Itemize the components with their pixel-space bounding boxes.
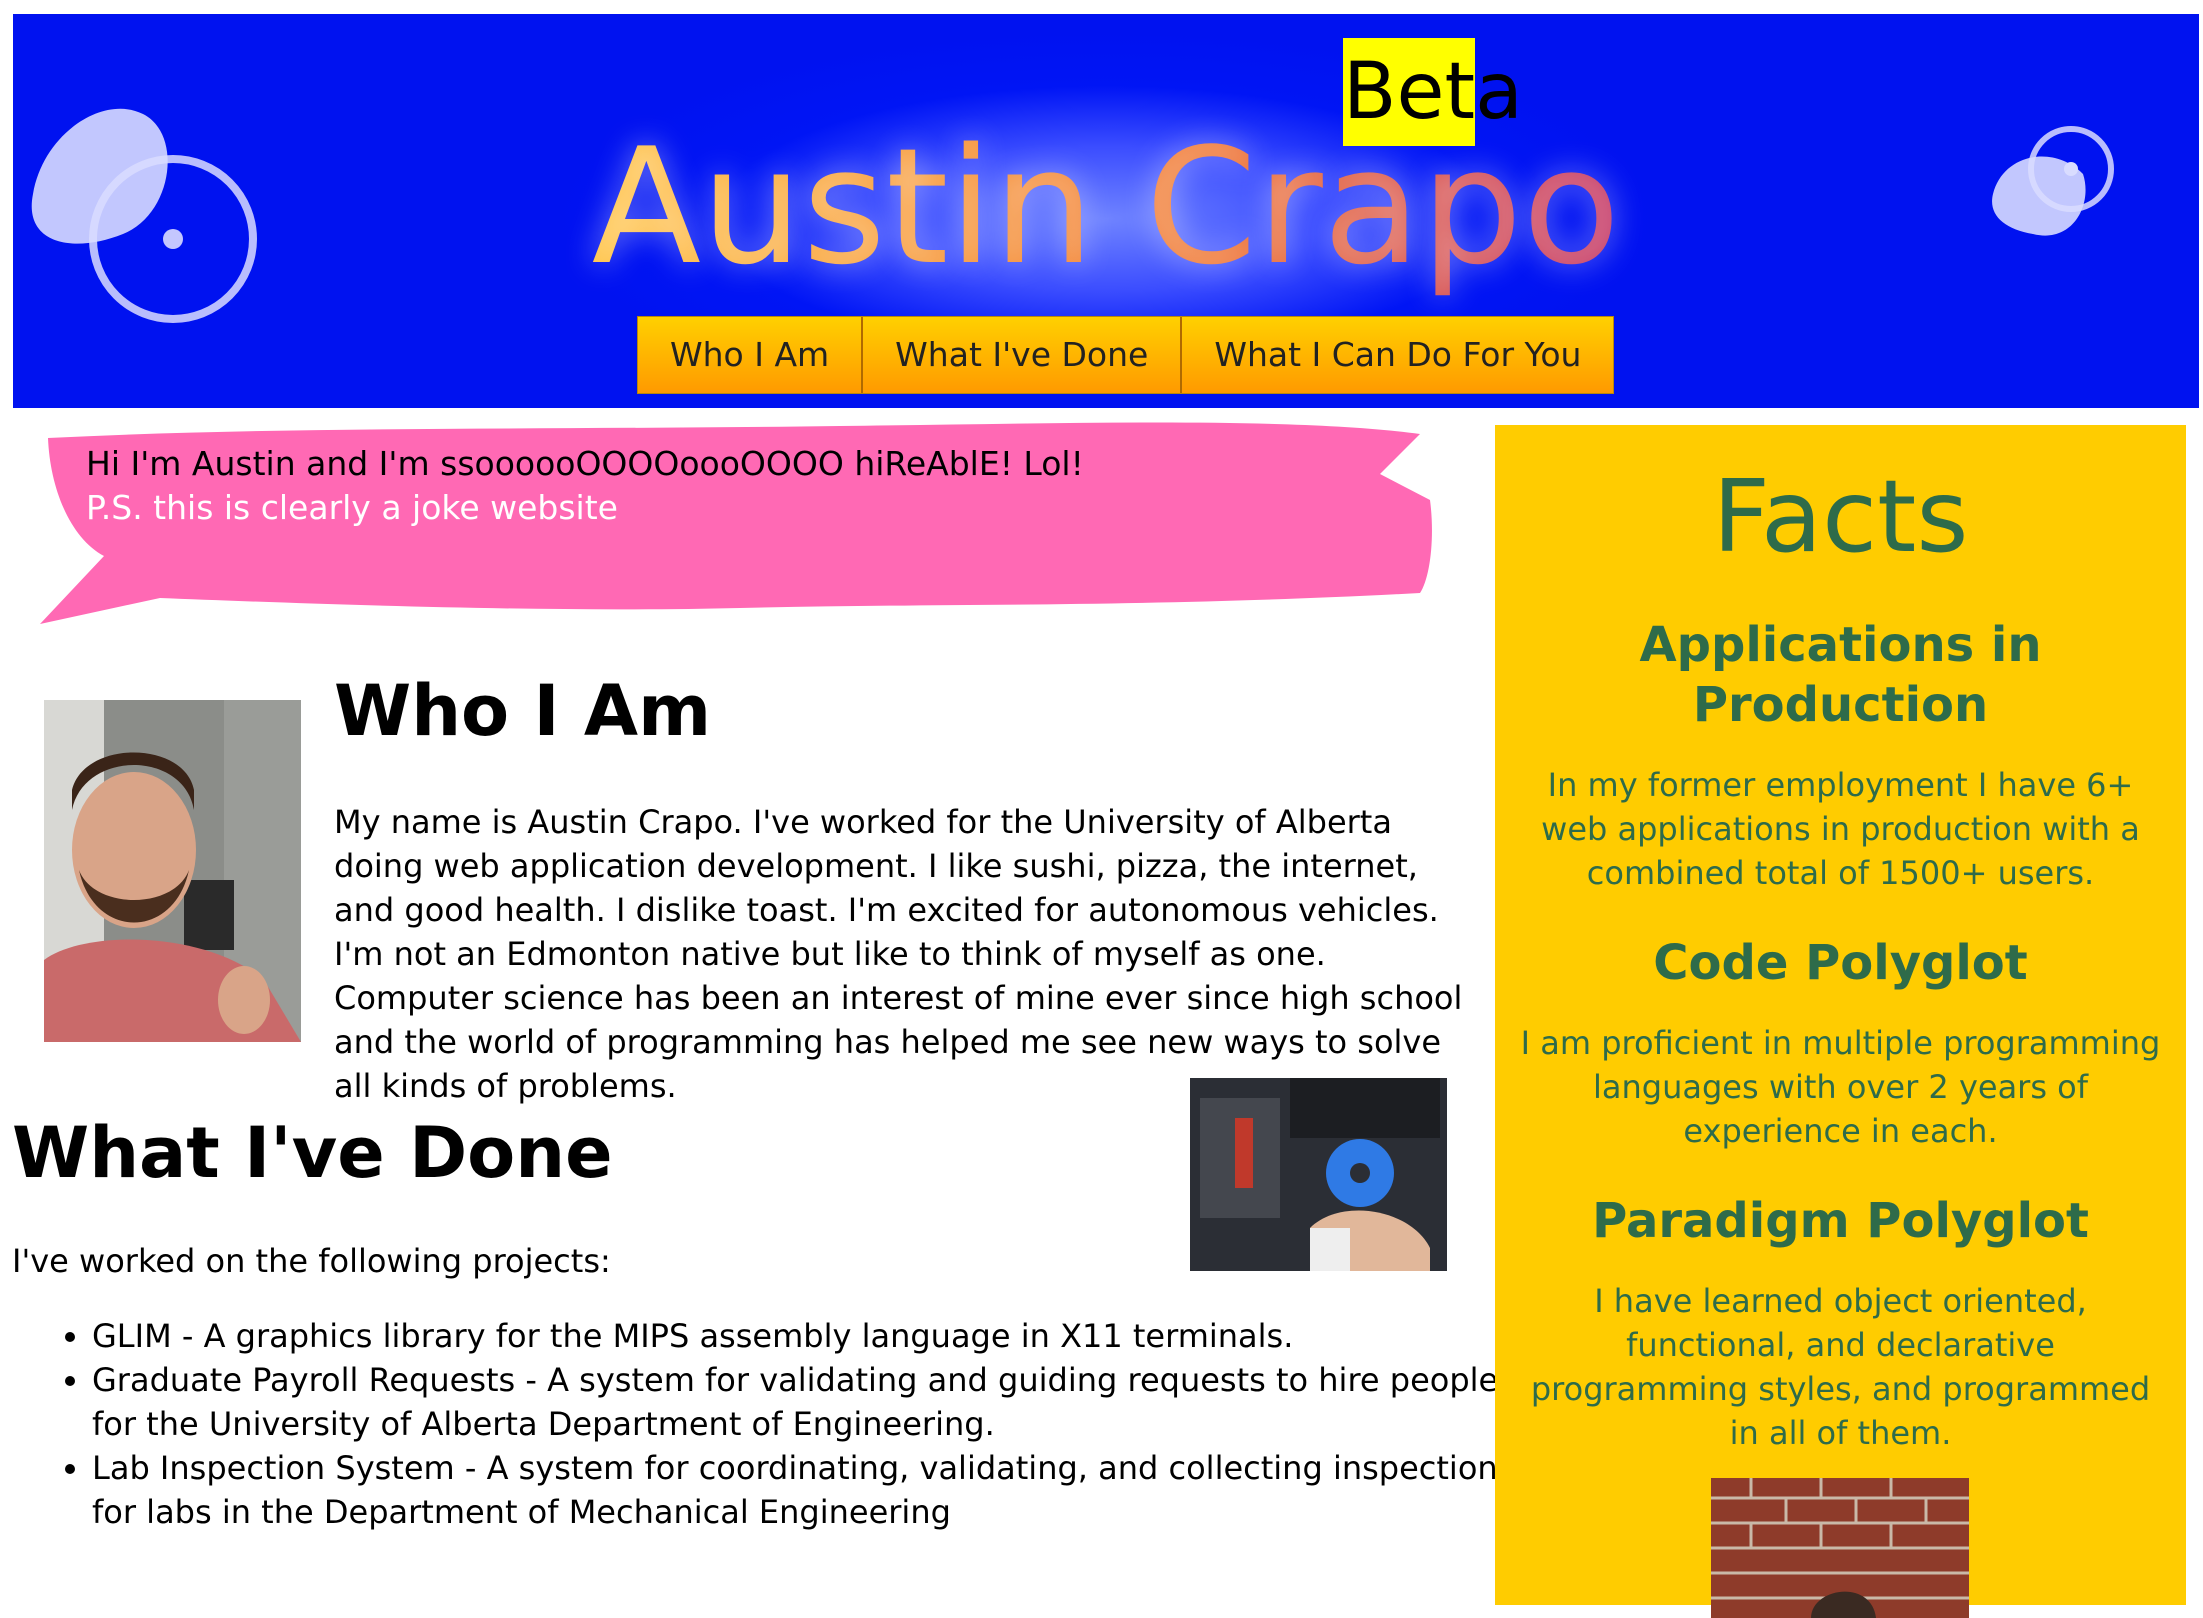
fact-heading-applications: Applications in Production	[1639, 617, 2042, 733]
main-nav: Who I Am What I've Done What I Can Do Fo…	[637, 316, 1615, 394]
list-item: Graduate Payroll Requests - A system for…	[92, 1358, 1532, 1446]
site-header: Austin Crapo Beta Who I Am What I've Don…	[13, 14, 2199, 408]
brick-wall-photo	[1711, 1478, 1969, 1618]
facts-title: Facts	[1712, 458, 1969, 575]
list-item: GLIM - A graphics library for the MIPS a…	[92, 1314, 1532, 1358]
fact-heading-code-polyglot: Code Polyglot	[1653, 935, 2028, 991]
fact-text-applications: In my former employment I have 6+ web ap…	[1541, 766, 2140, 892]
list-item: Lab Inspection System - A system for coo…	[92, 1446, 1532, 1534]
project-list: GLIM - A graphics library for the MIPS a…	[42, 1314, 1532, 1534]
fact-heading-paradigm-polyglot: Paradigm Polyglot	[1592, 1193, 2089, 1249]
site-title: Austin Crapo	[13, 112, 2199, 302]
nav-what-ive-done[interactable]: What I've Done	[863, 317, 1183, 393]
project-photo	[1190, 1078, 1447, 1271]
nav-what-i-can-do[interactable]: What I Can Do For You	[1182, 317, 1614, 393]
nav-who-i-am[interactable]: Who I Am	[638, 317, 864, 393]
facts-sidebar: Facts Applications in Production In my f…	[1495, 425, 2186, 1618]
profile-photo	[44, 700, 301, 1042]
bubble-greeting: Hi I'm Austin and I'm ssoooooOOOOoooOOOO…	[86, 444, 1084, 483]
done-heading: What I've Done	[12, 1112, 613, 1194]
bubble-disclaimer: P.S. this is clearly a joke website	[86, 488, 618, 527]
who-heading: Who I Am	[334, 670, 712, 752]
beta-badge: Beta	[1343, 38, 1523, 146]
fact-text-paradigm-polyglot: I have learned object oriented, function…	[1530, 1282, 2151, 1452]
done-intro: I've worked on the following projects:	[12, 1242, 611, 1280]
fact-text-code-polyglot: I am proficient in multiple programming …	[1520, 1024, 2161, 1150]
who-description: My name is Austin Crapo. I've worked for…	[334, 803, 1463, 1105]
